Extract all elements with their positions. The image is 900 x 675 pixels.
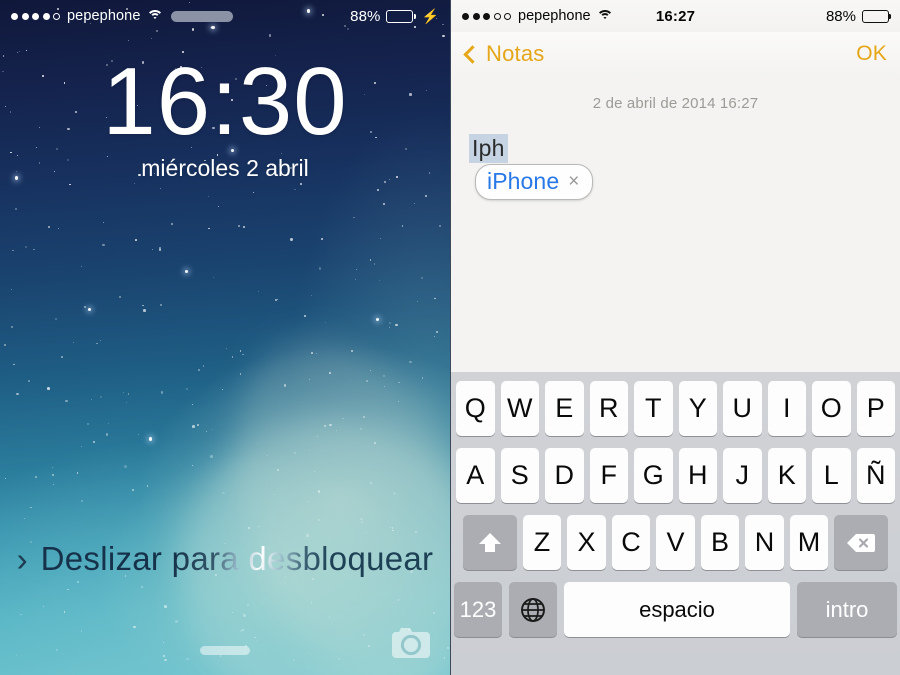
signal-strength-dots [462,12,511,20]
lock-status-bar: pepephone 88% ⚡ [0,0,450,32]
backspace-key[interactable] [834,515,889,570]
key-u[interactable]: U [723,381,762,436]
suggestion-word: iPhone [487,168,560,194]
key-s[interactable]: S [500,448,539,503]
numbers-key[interactable]: 123 [454,582,502,637]
space-key[interactable]: espacio [564,582,790,637]
chevron-left-icon [463,44,482,64]
key-c[interactable]: C [611,515,651,570]
return-key[interactable]: intro [797,582,897,637]
chevron-right-icon: › [16,540,28,578]
done-button[interactable]: OK [856,42,887,66]
activity-placeholder-pill [171,10,234,22]
keyboard-row-1: QWERTYUIOP [454,381,897,436]
navigation-bar: Notas OK [451,32,900,76]
backspace-icon [847,533,876,552]
signal-strength-dots [11,12,60,20]
status-bar-clock: 16:27 [655,7,696,25]
notes-status-bar: pepephone 16:27 88% [451,0,900,32]
camera-icon[interactable] [388,625,434,661]
note-content-area[interactable]: 2 de abril de 2014 16:27 Iph iPhone × [451,76,900,372]
key-b[interactable]: B [700,515,740,570]
battery-percent-label: 88% [350,7,381,25]
key-n[interactable]: N [745,515,784,570]
key-o[interactable]: O [812,381,851,436]
key-e[interactable]: E [545,381,584,436]
key-r[interactable]: R [589,381,628,436]
key-i[interactable]: I [767,381,806,436]
ios-notes-app[interactable]: pepephone 16:27 88% Notas OK 2 de abril … [450,0,900,675]
key-w[interactable]: W [500,381,539,436]
globe-icon [521,597,545,622]
nebula-cloud-2 [186,302,450,675]
key-d[interactable]: D [545,448,584,503]
note-timestamp: 2 de abril de 2014 16:27 [592,95,759,112]
keyboard-row-2: ASDFGHJKLÑ [454,448,897,503]
autocorrect-suggestion-bubble[interactable]: iPhone × [475,164,594,200]
keyboard-row-3: ZXCVBNM [454,515,897,570]
back-button-label: Notas [486,41,545,66]
note-typed-text: Iph [469,134,508,163]
split-screenshot: pepephone 88% ⚡ 16:30 miércoles 2 abril … [0,0,900,675]
key-z[interactable]: Z [522,515,562,570]
back-button[interactable]: Notas [463,41,545,67]
key-m[interactable]: M [789,515,829,570]
key-p[interactable]: P [856,381,895,436]
keyboard-row-4: 123 espacio intro [454,582,897,637]
key-k[interactable]: K [767,448,806,503]
key-j[interactable]: J [723,448,762,503]
key-q[interactable]: Q [456,381,495,436]
battery-icon [386,9,416,23]
battery-icon [862,9,892,23]
key-a[interactable]: A [456,448,495,503]
carrier-name: pepephone [67,8,141,24]
key-t[interactable]: T [634,381,673,436]
ios-lock-screen[interactable]: pepephone 88% ⚡ 16:30 miércoles 2 abril … [0,0,450,675]
key-g[interactable]: G [634,448,673,503]
charging-bolt-icon: ⚡ [421,8,439,24]
key-v[interactable]: V [656,515,695,570]
lock-date: miércoles 2 abril [141,154,309,181]
note-text-wrapper[interactable]: Iph iPhone × [469,134,882,200]
home-indicator [200,646,250,655]
lock-time: 16:30 [102,48,348,155]
lock-clock-block: 16:30 miércoles 2 abril [0,48,450,182]
slide-to-unlock-control[interactable]: › Deslizar para desbloquear [0,540,450,578]
carrier-name: pepephone [518,8,591,24]
key-h[interactable]: H [678,448,717,503]
key-ñ[interactable]: Ñ [856,448,895,503]
onscreen-keyboard[interactable]: QWERTYUIOP ASDFGHJKLÑ ZXCVBNM 123 espaci… [451,372,900,675]
key-l[interactable]: L [812,448,851,503]
globe-key[interactable] [509,582,557,637]
battery-percent-label: 88% [825,7,856,25]
key-f[interactable]: F [589,448,628,503]
shift-icon [478,532,501,552]
slide-to-unlock-label: Deslizar para desbloquear [40,540,434,577]
key-x[interactable]: X [567,515,606,570]
shift-key[interactable] [462,515,517,570]
wifi-icon [146,9,164,23]
close-icon[interactable]: × [568,172,579,191]
key-y[interactable]: Y [678,381,717,436]
wifi-icon [596,9,614,23]
